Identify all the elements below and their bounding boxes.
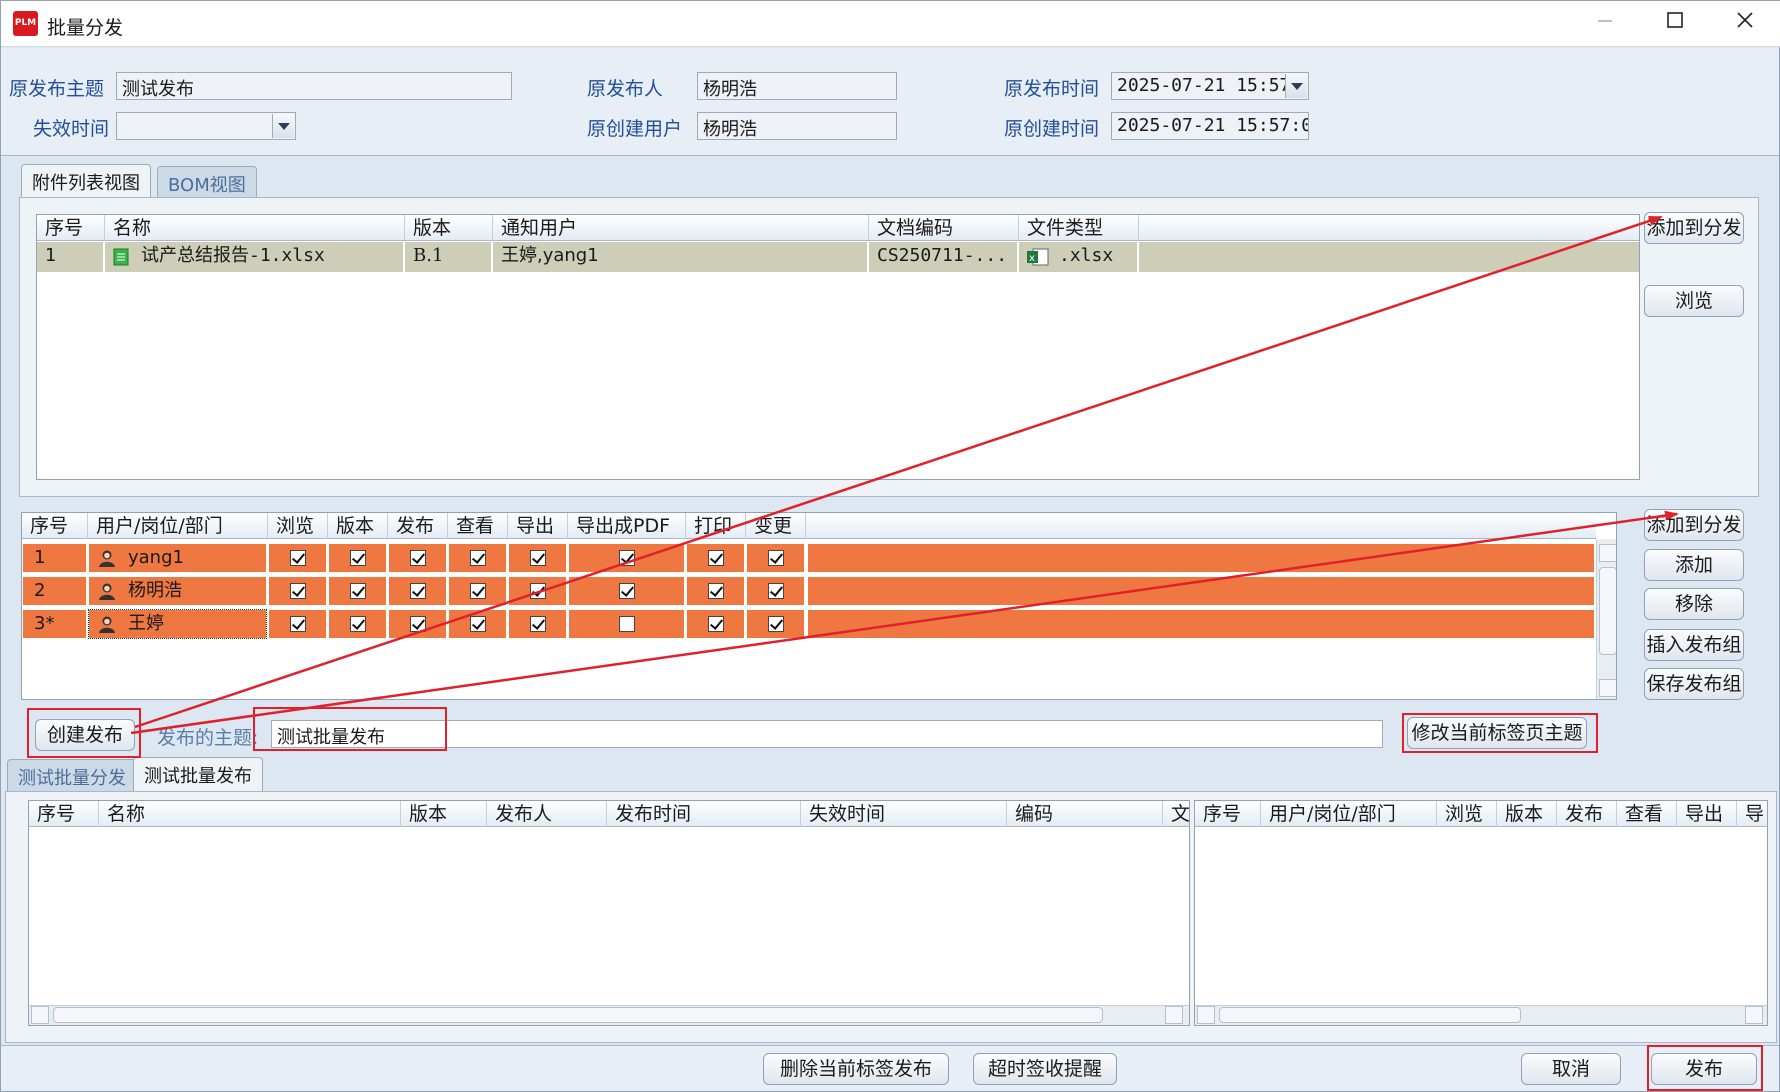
arrow-create-to-perm xyxy=(130,510,1679,735)
arrow-create-to-attach xyxy=(134,215,1663,729)
annotation-arrows xyxy=(130,215,1679,735)
batch-distribution-window: PLM 批量分发 原发布主题 测试发布 失效时间 原发布人 杨明浩 原创建用户 … xyxy=(0,0,1780,1092)
